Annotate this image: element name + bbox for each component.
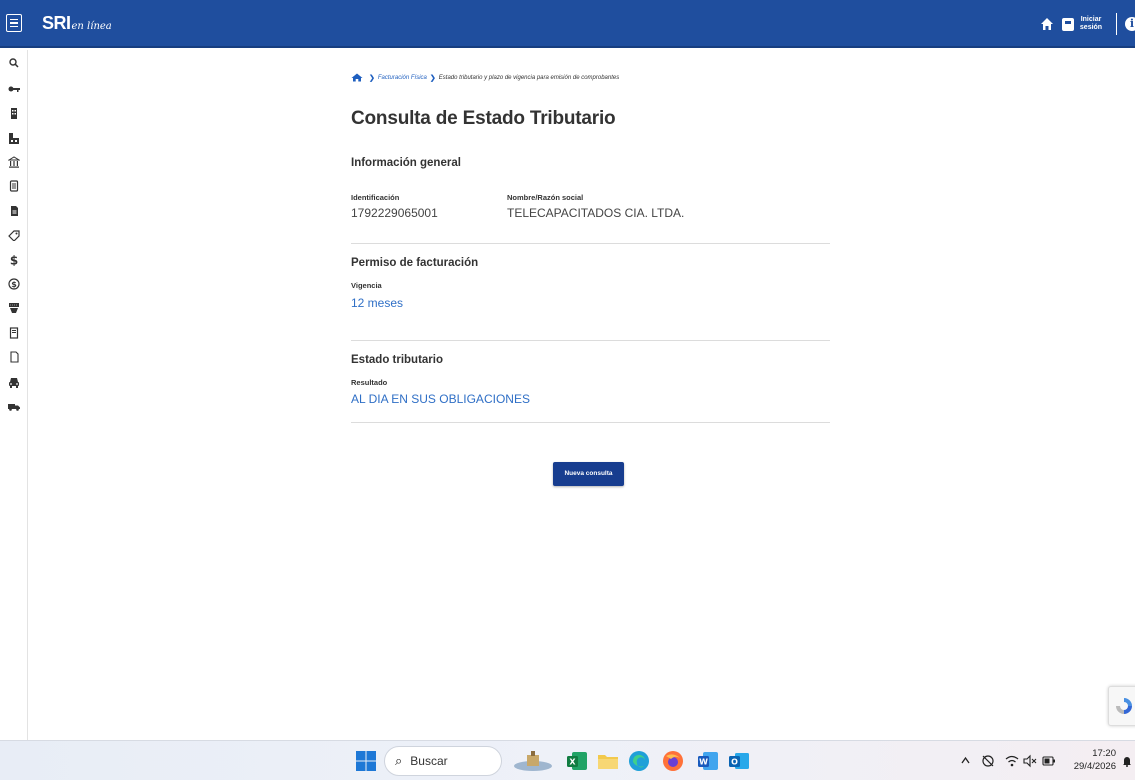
svg-text:$: $: [11, 280, 17, 289]
breadcrumb-home-icon[interactable]: [351, 73, 363, 82]
sri-logo[interactable]: SRI en línea: [42, 12, 112, 34]
location-off-icon[interactable]: [981, 754, 995, 768]
login-link[interactable]: Iniciar sesión: [1078, 16, 1104, 32]
svg-text:O: O: [731, 758, 738, 767]
result-label: Resultado: [351, 378, 388, 387]
logo-main-text: SRI: [42, 13, 71, 33]
car-icon[interactable]: [7, 375, 21, 389]
chevron-right-icon: ❯: [429, 74, 436, 82]
sidebar: $ $: [0, 50, 28, 740]
search-icon: ⌕: [395, 753, 403, 768]
chevron-up-icon[interactable]: [961, 756, 970, 765]
info-icon[interactable]: i: [1125, 17, 1135, 31]
document-icon[interactable]: [7, 179, 21, 193]
edge-icon[interactable]: [628, 750, 650, 772]
payment-icon[interactable]: [7, 301, 21, 315]
tag-icon[interactable]: [7, 228, 21, 242]
volume-muted-icon[interactable]: [1023, 754, 1037, 768]
breadcrumb-item-facturacion[interactable]: Facturación Física: [378, 75, 427, 81]
clock-date: 29/4/2026: [1073, 761, 1116, 772]
firefox-icon[interactable]: [662, 750, 684, 772]
wifi-icon[interactable]: [1005, 754, 1019, 768]
recaptcha-icon: [1116, 698, 1132, 714]
taskbar-search-label: Buscar: [410, 754, 448, 768]
truck-icon[interactable]: [7, 400, 21, 414]
page-icon[interactable]: [7, 350, 21, 364]
identification-value: 1792229065001: [351, 206, 438, 220]
search-icon[interactable]: [7, 56, 21, 70]
section-title-status: Estado tributario: [351, 354, 444, 366]
top-bar: SRI en línea Iniciar sesión i: [0, 0, 1135, 48]
system-clock[interactable]: 17:20 29/4/2026: [1062, 747, 1116, 773]
taskbar-search[interactable]: ⌕ Buscar: [384, 746, 502, 776]
file-icon[interactable]: [7, 204, 21, 218]
svg-text:X: X: [569, 758, 576, 767]
breadcrumb: ❯ Facturación Física ❯ Estado tributario…: [351, 73, 619, 82]
validity-value: 12 meses: [351, 296, 404, 310]
logo-sub-text: en línea: [71, 21, 112, 32]
coin-icon[interactable]: $: [7, 277, 21, 291]
file-explorer-icon[interactable]: [597, 750, 619, 772]
widgets-icon[interactable]: [513, 750, 553, 772]
header-divider: [1116, 13, 1117, 35]
new-query-button[interactable]: Nueva consulta: [553, 462, 624, 486]
breadcrumb-item-current: Estado tributario y plazo de vigencia pa…: [438, 74, 620, 81]
recaptcha-badge[interactable]: [1108, 686, 1135, 726]
svg-text:W: W: [699, 758, 708, 767]
clock-time: 17:20: [1092, 748, 1116, 759]
section-title-general: Información general: [351, 157, 461, 169]
battery-icon[interactable]: [1042, 755, 1056, 767]
login-icon[interactable]: [1062, 17, 1074, 31]
home-icon[interactable]: [1040, 17, 1054, 31]
divider: [351, 340, 830, 341]
identification-label: Identificación: [351, 193, 400, 202]
factory-icon[interactable]: [7, 131, 21, 145]
validity-label: Vigencia: [351, 281, 382, 290]
key-icon[interactable]: [7, 82, 21, 96]
header-actions: Iniciar sesión i: [1040, 10, 1135, 38]
section-title-permit: Permiso de facturación: [351, 257, 479, 269]
divider: [351, 422, 830, 423]
divider: [351, 243, 830, 244]
taskbar: ⌕ Buscar X W O 17:20 29/4/2026: [0, 740, 1135, 780]
receipt-icon[interactable]: [7, 326, 21, 340]
excel-icon[interactable]: X: [566, 750, 588, 772]
svg-text:$: $: [10, 254, 18, 266]
result-value: AL DIA EN SUS OBLIGACIONES: [351, 392, 530, 406]
windows-start-icon[interactable]: [355, 750, 377, 772]
notification-bell-icon[interactable]: [1122, 755, 1132, 767]
building-icon[interactable]: [7, 106, 21, 120]
business-name-label: Nombre/Razón social: [507, 193, 584, 202]
menu-icon[interactable]: [6, 14, 22, 32]
word-icon[interactable]: W: [697, 750, 719, 772]
bank-icon[interactable]: [7, 155, 21, 169]
chevron-right-icon: ❯: [369, 74, 375, 82]
page-title: Consulta de Estado Tributario: [351, 108, 616, 129]
outlook-icon[interactable]: O: [728, 750, 750, 772]
business-name-value: TELECAPACITADOS CIA. LTDA.: [507, 206, 685, 220]
dollar-icon[interactable]: $: [7, 253, 21, 267]
